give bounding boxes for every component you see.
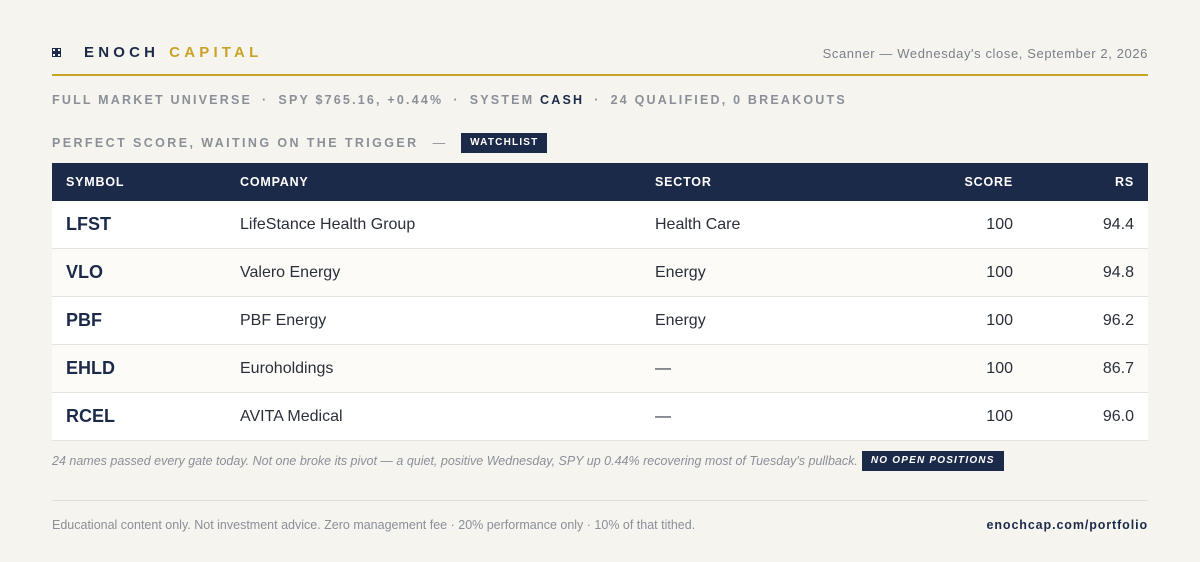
row-company: Valero Energy [240, 263, 341, 281]
header-divider [52, 74, 1148, 76]
watchlist-table: SYMBOL COMPANY SECTOR SCORE RS LFST Life… [52, 163, 1148, 441]
disclaimer: Educational content only. Not investment… [52, 518, 696, 532]
cross-emblem-icon [52, 48, 61, 57]
row-symbol: PBF [66, 310, 102, 330]
market-status-line: FULL MARKET UNIVERSE · SPY $765.16, +0.44%… [52, 93, 847, 107]
row-rs: 86.7 [1102, 359, 1134, 377]
brand: ENOCH CAPITAL [52, 44, 262, 61]
row-rs: 96.2 [1102, 311, 1134, 329]
brand-accent: CAPITAL [169, 44, 263, 61]
row-symbol: LFST [66, 214, 111, 234]
brand-name: ENOCH [84, 44, 160, 61]
row-score: 100 [986, 407, 1013, 425]
table-row[interactable]: RCEL AVITA Medical — 100 96.0 [52, 393, 1148, 441]
column-header-company[interactable]: COMPANY [240, 175, 655, 189]
system-state: CASH [540, 93, 585, 107]
column-header-score[interactable]: SCORE [920, 175, 1013, 189]
row-rs: 94.8 [1102, 263, 1134, 281]
column-header-sector[interactable]: SECTOR [655, 175, 920, 189]
scan-date: Scanner — Wednesday's close, September 2… [822, 46, 1148, 61]
row-sector: Energy [655, 311, 706, 329]
table-row[interactable]: LFST LifeStance Health Group Health Care… [52, 201, 1148, 249]
row-company: PBF Energy [240, 311, 327, 329]
row-sector: — [655, 407, 671, 425]
row-sector: Health Care [655, 215, 741, 233]
separator: · [262, 93, 269, 107]
system-label: SYSTEM [469, 93, 535, 107]
row-score: 100 [986, 215, 1013, 233]
row-symbol: RCEL [66, 406, 115, 426]
separator: · [594, 93, 601, 107]
watchlist-badge: WATCHLIST [461, 133, 548, 153]
summary-text: 24 names passed every gate today. Not on… [52, 454, 858, 468]
row-score: 100 [986, 359, 1013, 377]
row-company: AVITA Medical [240, 407, 343, 425]
qualified-counts: 24 QUALIFIED, 0 BREAKOUTS [610, 93, 847, 107]
table-row[interactable]: EHLD Euroholdings — 100 86.7 [52, 345, 1148, 393]
row-symbol: VLO [66, 262, 104, 282]
row-score: 100 [986, 263, 1013, 281]
row-sector: — [655, 359, 671, 377]
row-rs: 94.4 [1102, 215, 1134, 233]
summary-note: 24 names passed every gate today. Not on… [52, 451, 1004, 471]
positions-badge: NO OPEN POSITIONS [861, 451, 1004, 471]
spy-quote: SPY $765.16, +0.44% [278, 93, 444, 107]
watchlist-heading: PERFECT SCORE, WAITING ON THE TRIGGER — … [52, 133, 548, 153]
row-company: Euroholdings [240, 359, 334, 377]
watchlist-title: PERFECT SCORE, WAITING ON THE TRIGGER [52, 136, 419, 150]
column-header-symbol[interactable]: SYMBOL [52, 175, 240, 189]
row-symbol: EHLD [66, 358, 115, 378]
row-score: 100 [986, 311, 1013, 329]
table-row[interactable]: PBF PBF Energy Energy 100 96.2 [52, 297, 1148, 345]
table-header: SYMBOL COMPANY SECTOR SCORE RS [52, 163, 1148, 201]
table-row[interactable]: VLO Valero Energy Energy 100 94.8 [52, 249, 1148, 297]
row-sector: Energy [655, 263, 706, 281]
watchlist-dash: — [432, 136, 446, 150]
row-rs: 96.0 [1102, 407, 1134, 425]
row-company: LifeStance Health Group [240, 215, 416, 233]
portfolio-link[interactable]: enochcap.com/portfolio [987, 518, 1148, 532]
universe-label: FULL MARKET UNIVERSE [52, 93, 253, 107]
column-header-rs[interactable]: RS [1013, 175, 1148, 189]
header: ENOCH CAPITAL Scanner — Wednesday's clos… [52, 44, 1148, 64]
separator: · [453, 93, 460, 107]
footer-divider [52, 500, 1148, 501]
